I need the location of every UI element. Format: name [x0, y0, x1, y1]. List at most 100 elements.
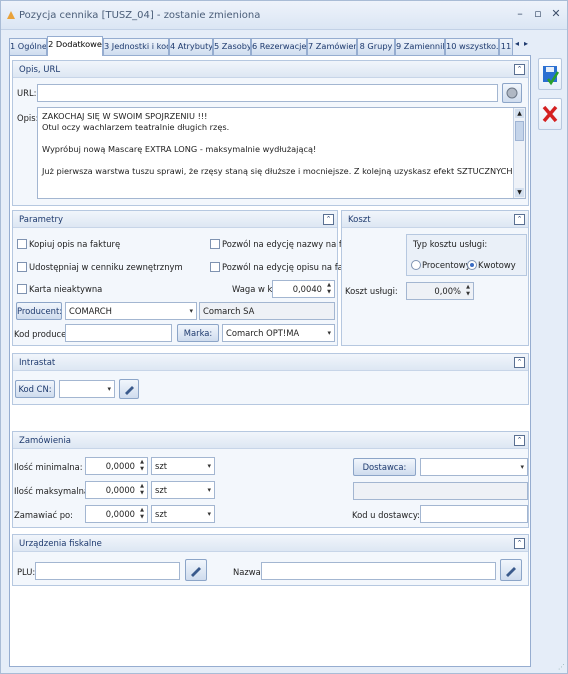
opis-line: Otul oczy wachlarzem teatralnie długich …: [42, 122, 230, 132]
zamawiac-po-value: 0,0000: [105, 509, 135, 519]
producent-button[interactable]: Producent:: [16, 302, 62, 320]
tab-grupy[interactable]: 8 Grupy: [357, 38, 395, 55]
tab-scroll-right-icon[interactable]: ▸: [524, 39, 528, 48]
unit-value: szt: [155, 461, 168, 471]
group-urzadzenia-fiskalne: Urządzenia fiskalne ⌃ PLU: Nazwa:: [12, 534, 529, 586]
procentowy-radio[interactable]: [411, 260, 421, 270]
spin-icon[interactable]: ▲ ▼: [138, 507, 146, 521]
udostepniaj-checkbox[interactable]: [17, 262, 27, 272]
group-opis-url: Opis, URL ⌃ URL: Opis: ZAKOCHAJ SIĘ W SW…: [12, 60, 529, 206]
group-zamowienia: Zamówienia ⌃ Ilość minimalna: 0,0000 ▲ ▼ …: [12, 431, 529, 528]
collapse-icon[interactable]: ⌃: [514, 357, 525, 368]
ilosc-maksymalna-input[interactable]: 0,0000 ▲ ▼: [85, 481, 148, 499]
tab-wszystko-pl[interactable]: 10 wszystko.pl: [445, 38, 499, 55]
pozwol-opis-checkbox[interactable]: [210, 262, 220, 272]
group-title: Zamówienia: [19, 436, 72, 446]
group-header: Parametry ⌃: [13, 211, 337, 228]
scroll-thumb[interactable]: [515, 121, 524, 141]
spin-icon[interactable]: ▲ ▼: [325, 282, 333, 296]
collapse-icon[interactable]: ⌃: [514, 538, 525, 549]
resize-grip-icon[interactable]: ⋰: [558, 663, 565, 671]
tab-scroll-left-icon[interactable]: ◂: [515, 39, 519, 48]
spin-icon[interactable]: ▲ ▼: [464, 284, 472, 298]
nazwa-edit-button[interactable]: [500, 559, 522, 581]
collapse-icon[interactable]: ⌃: [514, 214, 525, 225]
ilosc-maksymalna-unit[interactable]: szt ▾: [151, 481, 215, 499]
pencil-icon: [191, 567, 201, 577]
opis-line: [38, 133, 525, 144]
window-title: Pozycja cennika [TUSZ_04] - zostanie zmi…: [19, 10, 261, 21]
karta-nieaktywna-checkbox[interactable]: [17, 284, 27, 294]
close-icon: [542, 105, 558, 123]
pozwol-nazwa-checkbox[interactable]: [210, 239, 220, 249]
opis-line: ZAKOCHAJ SIĘ W SWOIM SPOJRZENIU !!!: [42, 111, 208, 121]
group-title: Intrastat: [19, 358, 56, 368]
unit-value: szt: [155, 509, 168, 519]
tab-zamowienia[interactable]: 7 Zamówienia: [307, 38, 357, 55]
dostawca-button[interactable]: Dostawca:: [353, 458, 416, 476]
url-input[interactable]: [37, 84, 498, 102]
opis-textarea[interactable]: ZAKOCHAJ SIĘ W SWOIM SPOJRZENIU !!! Otul…: [37, 107, 526, 199]
tab-jednostki-i-kody[interactable]: 3 Jednostki i kody: [103, 38, 169, 55]
ilosc-minimalna-value: 0,0000: [105, 461, 135, 471]
collapse-icon[interactable]: ⌃: [323, 214, 334, 225]
tab-ogolne[interactable]: 1 Ogólne: [9, 38, 47, 55]
udostepniaj-label: Udostępniaj w cenniku zewnętrznym: [29, 262, 183, 272]
restore-button[interactable]: ▫: [531, 7, 545, 20]
group-header: Urządzenia fiskalne ⌃: [13, 535, 528, 552]
koszt-uslugi-input[interactable]: 0,00% ▲ ▼: [406, 282, 474, 300]
producent-name-field: Comarch SA: [199, 302, 335, 320]
zamawiac-po-unit[interactable]: szt ▾: [151, 505, 215, 523]
marka-button[interactable]: Marka:: [177, 324, 219, 342]
collapse-icon[interactable]: ⌃: [514, 435, 525, 446]
plu-edit-button[interactable]: [185, 559, 207, 581]
kod-cn-button[interactable]: Kod CN:: [15, 380, 55, 398]
tab-11[interactable]: 11: [499, 38, 513, 55]
kod-u-dostawcy-input[interactable]: [420, 505, 528, 523]
collapse-icon[interactable]: ⌃: [514, 64, 525, 75]
procentowy-label: Procentowy: [422, 260, 471, 270]
zamawiac-po-input[interactable]: 0,0000 ▲ ▼: [85, 505, 148, 523]
scroll-up-icon[interactable]: ▲: [515, 109, 524, 118]
dostawca-combo[interactable]: ▾: [420, 458, 528, 476]
dostawca-name-field: [353, 482, 528, 500]
kod-producenta-input[interactable]: [65, 324, 172, 342]
group-header: Zamówienia ⌃: [13, 432, 528, 449]
opis-line: Wypróbuj nową Mascarę EXTRA LONG - maksy…: [42, 144, 317, 154]
kopiuj-opis-label: Kopiuj opis na fakturę: [29, 239, 121, 249]
window: Pozycja cennika [TUSZ_04] - zostanie zmi…: [0, 0, 568, 674]
tab-zamienniki[interactable]: 9 Zamienniki: [395, 38, 445, 55]
spin-icon[interactable]: ▲ ▼: [138, 459, 146, 473]
minimize-button[interactable]: –: [513, 7, 527, 20]
cancel-button[interactable]: [538, 98, 562, 130]
nazwa-input[interactable]: [261, 562, 496, 580]
tab-dodatkowe[interactable]: 2 Dodatkowe: [47, 36, 103, 56]
ilosc-minimalna-input[interactable]: 0,0000 ▲ ▼: [85, 457, 148, 475]
kod-cn-edit-button[interactable]: [119, 379, 139, 399]
kwotowy-radio[interactable]: [467, 260, 477, 270]
save-button[interactable]: [538, 58, 562, 90]
scroll-down-icon[interactable]: ▼: [515, 188, 524, 197]
kod-u-dostawcy-label: Kod u dostawcy:: [352, 510, 420, 520]
chevron-down-icon: ▾: [207, 486, 211, 494]
waga-input[interactable]: 0,0040 ▲ ▼: [272, 280, 335, 298]
ilosc-minimalna-unit[interactable]: szt ▾: [151, 457, 215, 475]
opis-scrollbar[interactable]: ▲ ▼: [513, 108, 525, 198]
opis-line: Już pierwsza warstwa tuszu sprawi, że rz…: [42, 166, 526, 176]
kod-cn-combo[interactable]: ▾: [59, 380, 115, 398]
close-button[interactable]: ✕: [549, 7, 563, 20]
tab-rezerwacje[interactable]: 6 Rezerwacje: [251, 38, 307, 55]
unit-value: szt: [155, 485, 168, 495]
kopiuj-opis-checkbox[interactable]: [17, 239, 27, 249]
marka-value: Comarch OPT!MA: [226, 328, 300, 338]
producent-combo[interactable]: COMARCH ▾: [65, 302, 197, 320]
plu-input[interactable]: [35, 562, 180, 580]
producent-value: COMARCH: [69, 306, 112, 316]
marka-combo[interactable]: Comarch OPT!MA ▾: [222, 324, 335, 342]
tab-strip: 1 Ogólne 2 Dodatkowe 3 Jednostki i kody …: [9, 36, 531, 56]
tab-atrybuty[interactable]: 4 Atrybuty: [169, 38, 213, 55]
group-title: Opis, URL: [19, 65, 61, 75]
spin-icon[interactable]: ▲ ▼: [138, 483, 146, 497]
tab-zasoby[interactable]: 5 Zasoby: [213, 38, 251, 55]
open-url-button[interactable]: [502, 83, 522, 103]
